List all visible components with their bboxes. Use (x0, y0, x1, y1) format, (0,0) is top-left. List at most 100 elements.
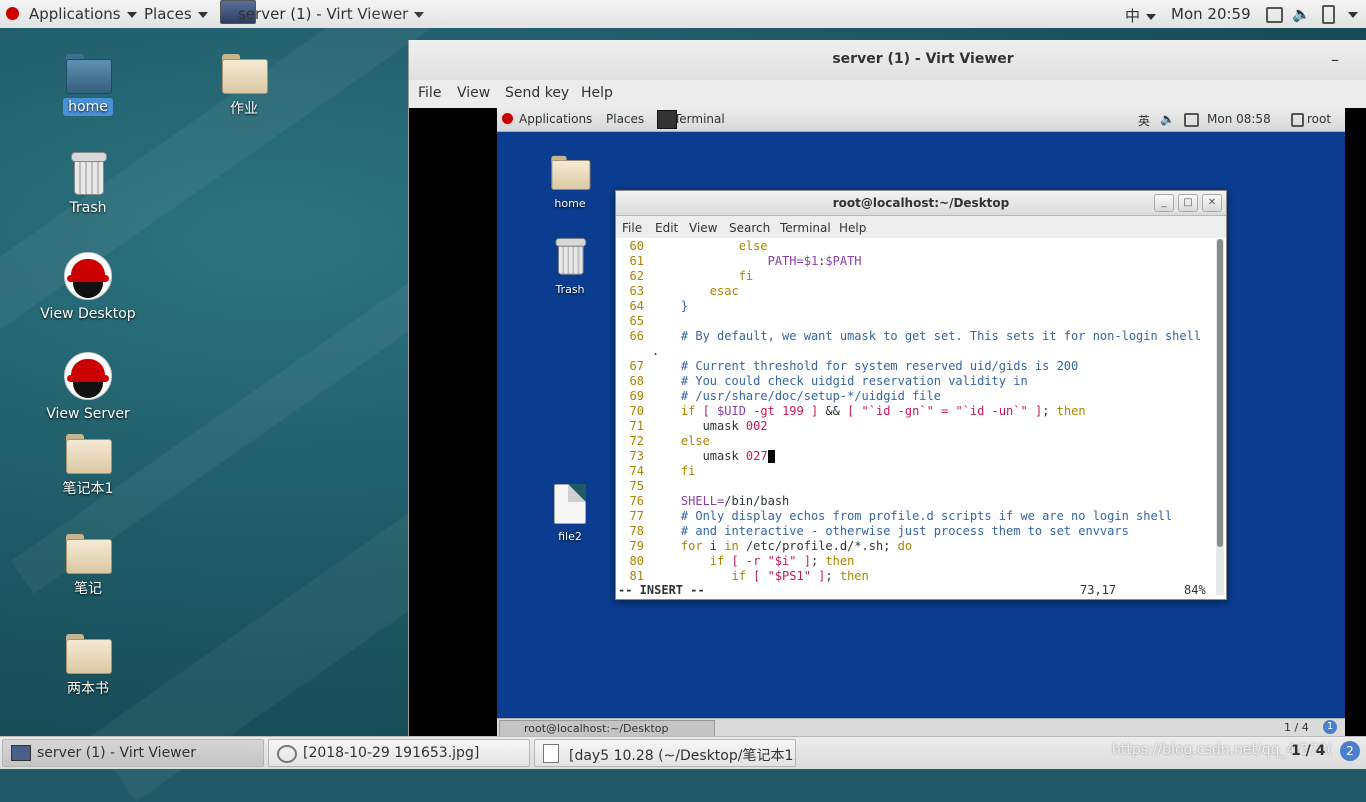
guest-input-method[interactable]: 英 (1138, 112, 1150, 129)
terminal-menu-help[interactable]: Help (839, 221, 866, 235)
line-number: 69 (629, 389, 644, 403)
line-number: 80 (629, 554, 644, 568)
window-titlebar[interactable]: server (1) - Virt Viewer – (409, 40, 1366, 80)
terminal-line: 77 # Only display echos from profile.d s… (616, 509, 1173, 524)
task-virt-viewer[interactable]: server (1) - Virt Viewer (2, 739, 264, 767)
menu-view[interactable]: View (457, 85, 490, 101)
line-number: 74 (629, 464, 644, 478)
desktop-icon-label: Trash (555, 283, 585, 296)
desktop-icon-label: 作业 (230, 101, 258, 117)
code-token: && (818, 404, 848, 418)
places-menu[interactable]: Places (144, 5, 208, 23)
menu-help[interactable]: Help (581, 85, 613, 101)
trash-icon (555, 238, 587, 275)
minimize-button[interactable]: _ (1154, 194, 1174, 212)
code-token: ; (810, 554, 826, 568)
text-cursor (767, 450, 775, 463)
desktop-icon-notes[interactable]: 笔记 (33, 534, 143, 598)
code-token: # You could check uidgid reservation val… (652, 374, 1028, 388)
line-number: 66 (629, 329, 644, 343)
guest-applications-menu[interactable]: Applications (519, 112, 592, 126)
code-token: if (652, 404, 696, 418)
terminal-line: 78 # and interactive - otherwise just pr… (616, 524, 1129, 539)
line-number: 70 (629, 404, 644, 418)
code-token: ; (1042, 404, 1057, 418)
guest-icon-trash[interactable]: Trash (515, 235, 625, 296)
terminal-line: 71 umask 002 (616, 419, 768, 434)
code-token: # Current threshold for system reserved … (652, 359, 1079, 373)
code-token: i (702, 539, 725, 553)
guest-network-icon[interactable] (1184, 113, 1199, 127)
guest-volume-icon[interactable]: 🔈 (1160, 112, 1175, 126)
guest-places-menu[interactable]: Places (606, 112, 644, 126)
volume-icon[interactable]: 🔈 (1292, 5, 1311, 23)
guest-icon-file2[interactable]: file2 (515, 484, 625, 543)
terminal-titlebar[interactable]: root@localhost:~/Desktop _ □ ✕ (616, 191, 1226, 216)
task-text-editor[interactable]: [day5 10.28 (~/Desktop/笔记本1... (534, 739, 796, 767)
task-label: [2018-10-29 191653.jpg] (303, 745, 480, 761)
code-token: 002 (745, 419, 768, 433)
guest-terminal-tab[interactable]: Terminal (674, 112, 725, 126)
line-number: 75 (629, 479, 644, 493)
terminal-text-area[interactable]: 60 else 61 PATH=$1:$PATH 62 fi 63 esac 64 } 6… (616, 239, 1216, 599)
minimize-button[interactable]: – (1331, 50, 1339, 69)
code-token: ; (825, 569, 840, 583)
terminal-line: 65 (616, 314, 652, 329)
workspace-indicator[interactable]: 1 / 4 (1291, 743, 1325, 759)
terminal-line: 73 umask 027 (616, 449, 775, 464)
guest-screen[interactable]: Applications Places Terminal 英 🔈 Mon 08:… (497, 108, 1345, 736)
battery-icon[interactable] (1322, 5, 1335, 24)
code-token: esac (652, 284, 739, 298)
code-token: SHELL= (652, 494, 725, 508)
line-number: 63 (629, 284, 644, 298)
monitor-icon (11, 745, 31, 761)
code-token: umask (652, 449, 746, 463)
terminal-menu-search[interactable]: Search (729, 221, 770, 235)
terminal-menu-edit[interactable]: Edit (655, 221, 678, 235)
maximize-button[interactable]: □ (1178, 194, 1198, 212)
desktop-icon-zuoye[interactable]: 作业 (189, 54, 299, 118)
task-label: [day5 10.28 (~/Desktop/笔记本1... (569, 748, 796, 764)
menu-file[interactable]: File (418, 85, 441, 101)
terminal-menu-view[interactable]: View (689, 221, 717, 235)
system-menu-icon[interactable] (1342, 5, 1358, 23)
terminal-menu-file[interactable]: File (622, 221, 642, 235)
scrollbar-thumb[interactable] (1217, 239, 1223, 547)
vim-mode: -- INSERT -- (618, 583, 705, 597)
code-token: [ "`id -gn`" = "`id -un`" ] (847, 404, 1043, 418)
desktop-icon-two-books[interactable]: 两本书 (33, 634, 143, 698)
guest-clock[interactable]: Mon 08:58 (1207, 112, 1271, 126)
applications-menu[interactable]: Applications (29, 5, 137, 23)
guest-task-terminal[interactable]: root@localhost:~/Desktop (499, 720, 715, 736)
vm-display[interactable]: Applications Places Terminal 英 🔈 Mon 08:… (409, 108, 1366, 736)
terminal-menu-terminal[interactable]: Terminal (780, 221, 831, 235)
home-folder-icon (551, 155, 591, 190)
menu-send-key[interactable]: Send key (505, 85, 569, 101)
vim-status-line: -- INSERT -- 73,17 84% (618, 583, 1218, 598)
guest-icon-home[interactable]: home (515, 153, 625, 210)
terminal-line: 67 # Current threshold for system reserv… (616, 359, 1079, 374)
terminal-window[interactable]: root@localhost:~/Desktop _ □ ✕ File Edit… (615, 190, 1227, 600)
desktop-icon-trash[interactable]: Trash (33, 152, 143, 216)
desktop-icon-view-desktop[interactable]: View Desktop (33, 252, 143, 322)
terminal-line: . (616, 344, 659, 359)
desktop-icon-home[interactable]: home (33, 54, 143, 116)
task-image-viewer[interactable]: [2018-10-29 191653.jpg] (268, 739, 530, 767)
code-token: if (652, 554, 725, 568)
guest-user-menu[interactable]: root (1307, 112, 1331, 126)
code-token: for (652, 539, 703, 553)
code-token: -gt 199 ] (745, 404, 819, 418)
guest-workspace-indicator[interactable]: 1 / 4 (1284, 721, 1309, 734)
code-token: # /usr/share/doc/setup-*/uidgid file (652, 389, 941, 403)
input-method-indicator[interactable]: 中 (1125, 5, 1156, 26)
code-token: then (825, 554, 855, 568)
info-icon[interactable]: 1 (1323, 720, 1337, 734)
clock[interactable]: Mon 20:59 (1171, 5, 1251, 23)
terminal-scrollbar[interactable] (1216, 239, 1224, 595)
desktop-icon-label: Trash (69, 200, 107, 216)
desktop-icon-notebook1[interactable]: 笔记本1 (33, 434, 143, 498)
notification-icon[interactable]: 2 (1340, 741, 1360, 761)
desktop-icon-view-server[interactable]: View Server (33, 352, 143, 422)
close-button[interactable]: ✕ (1202, 194, 1222, 212)
network-icon[interactable] (1266, 7, 1283, 23)
